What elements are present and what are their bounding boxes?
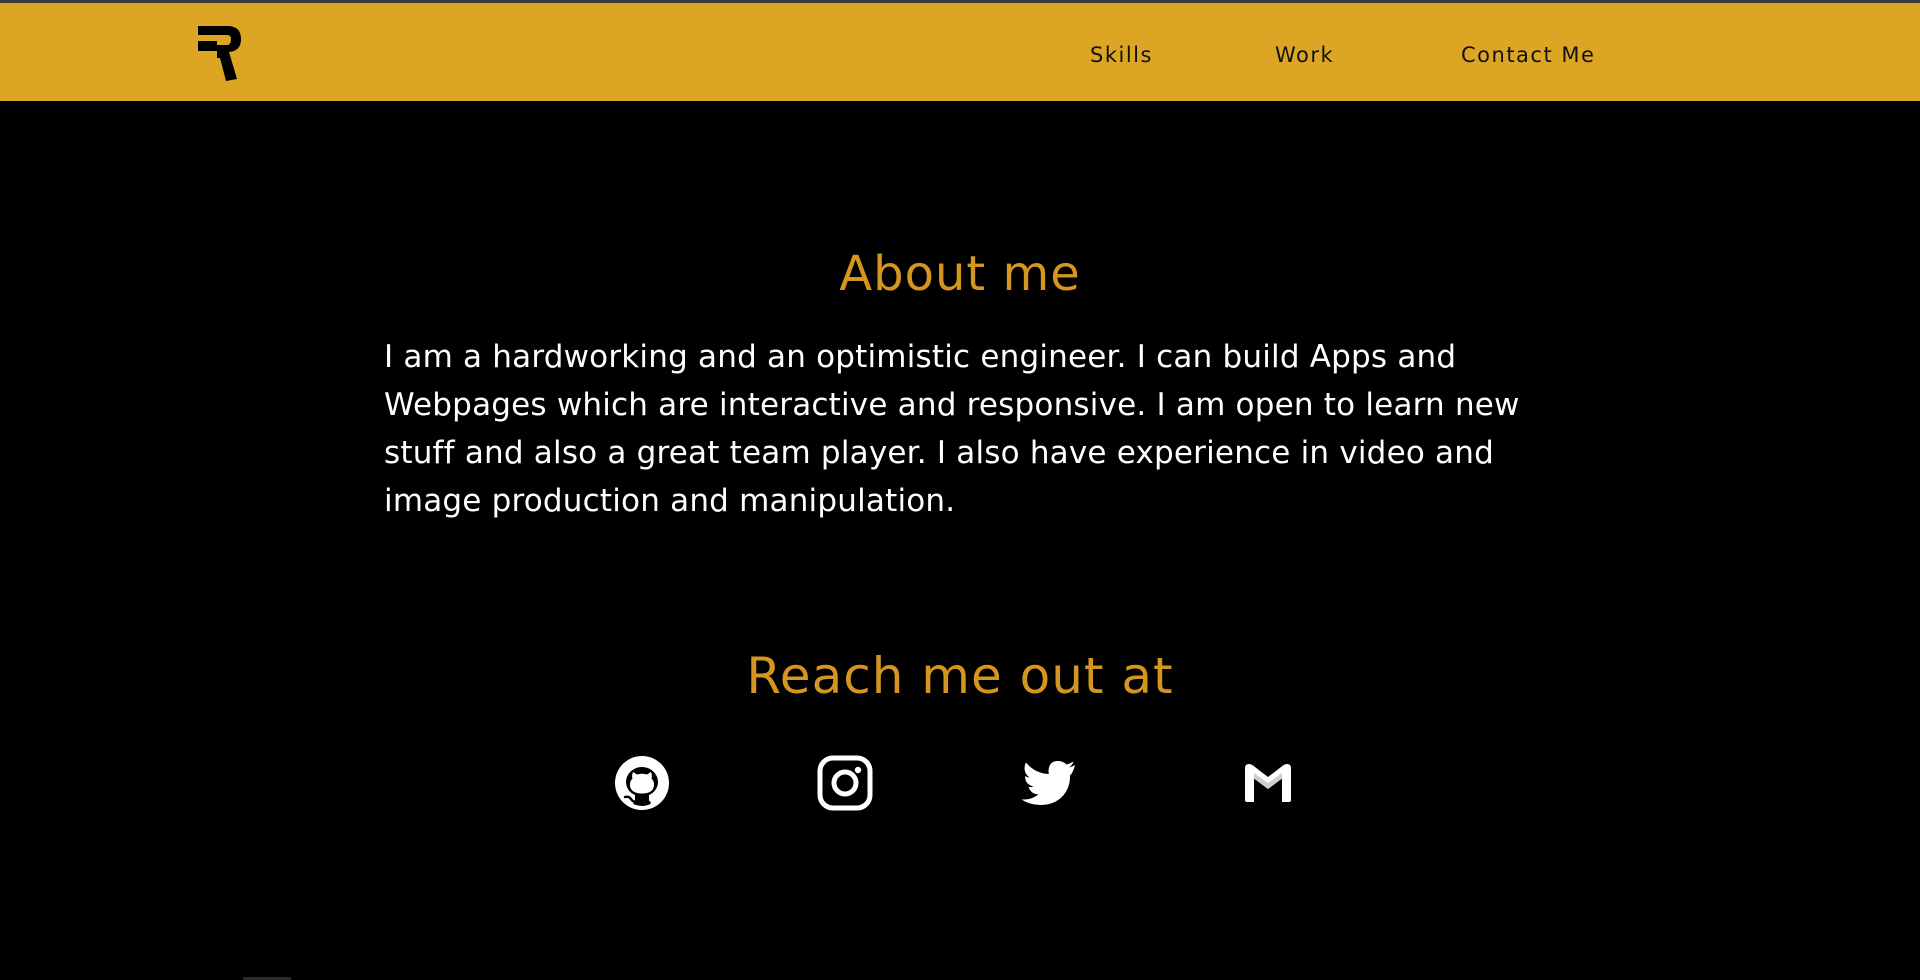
gmail-icon [1245,764,1291,802]
reach-title: Reach me out at [746,647,1174,705]
instagram-icon [817,755,873,811]
instagram-link[interactable] [817,755,873,811]
navbar: Skills Work Contact Me [0,3,1920,101]
github-icon [615,756,669,810]
nav-link-skills[interactable]: Skills [1090,41,1153,69]
about-text: I am a hardworking and an optimistic eng… [384,339,1520,519]
about-title: About me [839,246,1081,302]
nav-link-work[interactable]: Work [1275,41,1334,69]
r-logo-icon[interactable] [196,24,246,81]
twitter-icon [1021,761,1075,805]
nav-link-contact-me[interactable]: Contact Me [1461,41,1595,69]
twitter-link[interactable] [1021,755,1077,811]
github-link[interactable] [614,755,670,811]
gmail-link[interactable] [1240,755,1296,811]
